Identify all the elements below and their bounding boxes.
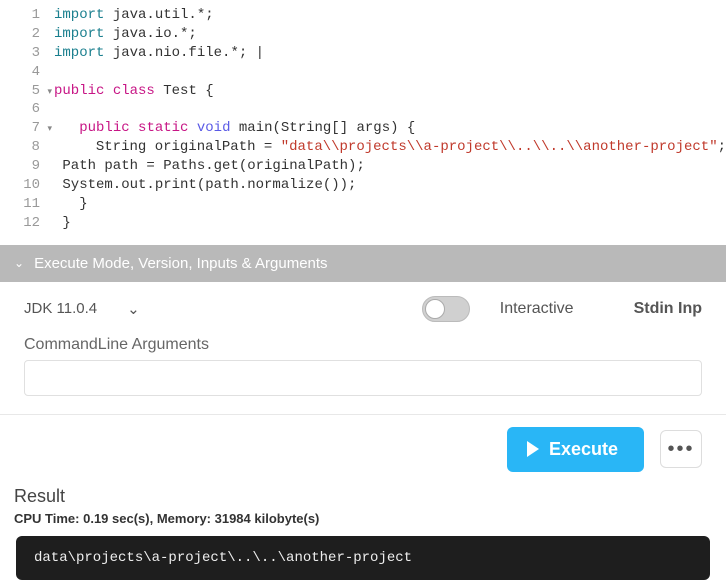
panel-title: Execute Mode, Version, Inputs & Argument… — [34, 255, 328, 272]
code-text[interactable] — [54, 63, 726, 82]
line-number: 5▾ — [0, 82, 54, 101]
fold-icon[interactable]: ▾ — [47, 123, 52, 135]
code-text[interactable]: public class Test { — [54, 82, 726, 101]
args-input[interactable] — [24, 360, 702, 396]
code-text[interactable]: import java.util.*; — [54, 6, 726, 25]
settings-row: JDK 11.0.4 ⌄ Interactive Stdin Inp — [0, 282, 726, 332]
code-text[interactable]: Path path = Paths.get(originalPath); — [54, 157, 726, 176]
execute-panel-header[interactable]: ⌄ Execute Mode, Version, Inputs & Argume… — [0, 245, 726, 282]
toggle-knob — [425, 299, 445, 319]
code-line[interactable]: 10 System.out.print(path.normalize()); — [0, 176, 726, 195]
line-number: 3 — [0, 44, 54, 63]
line-number: 11 — [0, 195, 54, 214]
line-number: 4 — [0, 63, 54, 82]
code-line[interactable]: 3import java.nio.file.*; | — [0, 44, 726, 63]
line-number: 8 — [0, 138, 54, 157]
execute-button-label: Execute — [549, 439, 618, 460]
code-line[interactable]: 7▾ public static void main(String[] args… — [0, 119, 726, 138]
code-editor[interactable]: 1import java.util.*;2import java.io.*;3i… — [0, 0, 726, 245]
code-line[interactable]: 6 — [0, 100, 726, 119]
chevron-down-icon: ⌄ — [14, 256, 24, 270]
jdk-version-label: JDK 11.0.4 — [24, 300, 97, 317]
action-row: Execute ••• — [0, 415, 726, 486]
code-text[interactable]: } — [54, 214, 726, 233]
code-text[interactable]: } — [54, 195, 726, 214]
code-line[interactable]: 8 String originalPath = "data\\projects\… — [0, 138, 726, 157]
line-number: 12 — [0, 214, 54, 233]
code-line[interactable]: 4 — [0, 63, 726, 82]
execute-button[interactable]: Execute — [507, 427, 644, 472]
line-number: 6 — [0, 100, 54, 119]
code-text[interactable] — [54, 100, 726, 119]
result-title: Result — [14, 486, 712, 507]
code-text[interactable]: import java.nio.file.*; | — [54, 44, 726, 63]
result-section: Result CPU Time: 0.19 sec(s), Memory: 31… — [0, 486, 726, 580]
fold-icon[interactable]: ▾ — [47, 86, 52, 98]
line-number: 2 — [0, 25, 54, 44]
stdin-label: Stdin Inp — [634, 300, 702, 318]
code-text[interactable]: public static void main(String[] args) { — [54, 119, 726, 138]
code-text[interactable]: System.out.print(path.normalize()); — [54, 176, 726, 195]
result-stats: CPU Time: 0.19 sec(s), Memory: 31984 kil… — [14, 511, 712, 526]
code-line[interactable]: 9 Path path = Paths.get(originalPath); — [0, 157, 726, 176]
line-number: 10 — [0, 176, 54, 195]
line-number: 9 — [0, 157, 54, 176]
args-label: CommandLine Arguments — [24, 336, 702, 354]
interactive-toggle[interactable] — [422, 296, 470, 322]
play-icon — [527, 441, 539, 457]
code-line[interactable]: 5▾public class Test { — [0, 82, 726, 101]
code-line[interactable]: 11 } — [0, 195, 726, 214]
code-line[interactable]: 2import java.io.*; — [0, 25, 726, 44]
more-button[interactable]: ••• — [660, 430, 702, 468]
code-text[interactable]: import java.io.*; — [54, 25, 726, 44]
args-section: CommandLine Arguments — [0, 332, 726, 414]
code-line[interactable]: 1import java.util.*; — [0, 6, 726, 25]
console-output: data\projects\a-project\..\..\another-pr… — [16, 536, 710, 580]
dots-icon: ••• — [667, 438, 694, 461]
jdk-version-select[interactable]: JDK 11.0.4 ⌄ — [24, 300, 140, 318]
code-line[interactable]: 12 } — [0, 214, 726, 233]
chevron-down-icon: ⌄ — [127, 300, 140, 318]
line-number: 7▾ — [0, 119, 54, 138]
line-number: 1 — [0, 6, 54, 25]
code-text[interactable]: String originalPath = "data\\projects\\a… — [54, 138, 726, 157]
interactive-label: Interactive — [500, 300, 574, 318]
